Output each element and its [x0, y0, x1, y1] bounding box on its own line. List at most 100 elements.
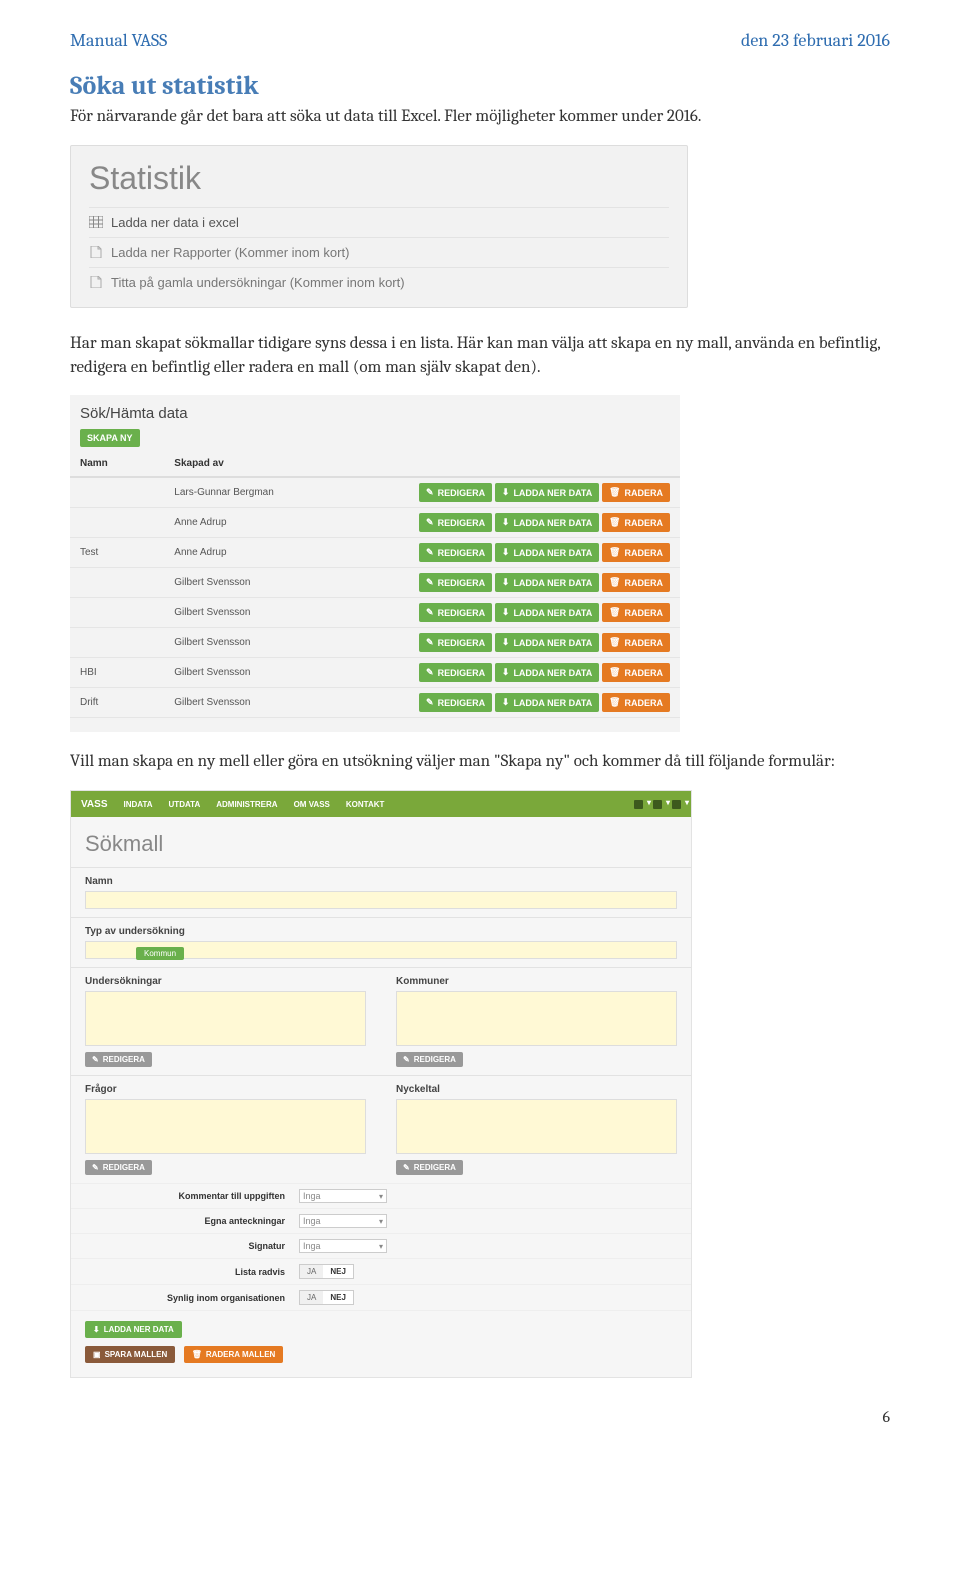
table-title: Sök/Hämta data: [70, 405, 680, 428]
trash-icon: 🗑: [609, 607, 620, 618]
edit-fragor-button[interactable]: ✎ REDIGERA: [85, 1160, 152, 1175]
edit-kommuner-button[interactable]: ✎ REDIGERA: [396, 1052, 463, 1067]
panel-item-rapporter[interactable]: Ladda ner Rapporter (Kommer inom kort): [89, 237, 669, 267]
page-number: 6: [70, 1408, 890, 1426]
trash-icon: 🗑: [609, 517, 620, 528]
cell-created-by: Anne Adrup: [164, 538, 400, 568]
delete-button[interactable]: 🗑 RADERA: [602, 663, 670, 682]
settings-toggle[interactable]: JANEJ: [299, 1264, 354, 1279]
edit-nyckeltal-button[interactable]: ✎ REDIGERA: [396, 1160, 463, 1175]
nav-utdata[interactable]: UTDATA: [169, 800, 201, 809]
edit-button[interactable]: ✎ REDIGERA: [419, 513, 492, 532]
settings-dropdown[interactable]: Inga▾: [299, 1189, 387, 1203]
label-kommuner: Kommuner: [396, 976, 677, 987]
trash-icon: 🗑: [609, 667, 620, 678]
edit-button[interactable]: ✎ REDIGERA: [419, 663, 492, 682]
edit-undersokningar-button[interactable]: ✎ REDIGERA: [85, 1052, 152, 1067]
nav-dropdown-icon[interactable]: [634, 800, 643, 809]
delete-button[interactable]: 🗑 RADERA: [602, 513, 670, 532]
edit-button[interactable]: ✎ REDIGERA: [419, 633, 492, 652]
table-row: HBIGilbert Svensson✎ REDIGERA ⬇ LADDA NE…: [70, 658, 680, 688]
download-icon: ⬇: [502, 547, 510, 558]
delete-button[interactable]: 🗑 RADERA: [602, 693, 670, 712]
nav-dropdown-icon[interactable]: [653, 800, 662, 809]
download-icon: ⬇: [502, 577, 510, 588]
edit-icon: ✎: [426, 577, 434, 588]
create-button[interactable]: SKAPA NY: [80, 429, 140, 447]
delete-button[interactable]: 🗑 RADERA: [602, 573, 670, 592]
delete-button[interactable]: 🗑 RADERA: [602, 483, 670, 502]
edit-button[interactable]: ✎ REDIGERA: [419, 573, 492, 592]
header-right: den 23 februari 2016: [741, 30, 890, 51]
settings-toggle[interactable]: JANEJ: [299, 1290, 354, 1305]
templates-table: Namn Skapad av Lars-Gunnar Bergman✎ REDI…: [70, 451, 680, 718]
delete-button[interactable]: 🗑 RADERA: [602, 633, 670, 652]
label-fragor: Frågor: [85, 1084, 366, 1095]
panel-item-excel[interactable]: Ladda ner data i excel: [89, 207, 669, 237]
edit-button[interactable]: ✎ REDIGERA: [419, 603, 492, 622]
chevron-down-icon: ▾: [379, 1242, 383, 1251]
edit-button[interactable]: ✎ REDIGERA: [419, 483, 492, 502]
settings-label: Egna anteckningar: [85, 1216, 299, 1226]
nav-user-icon[interactable]: [672, 800, 681, 809]
nav-omvass[interactable]: OM VASS: [294, 800, 330, 809]
download-icon: ⬇: [93, 1325, 100, 1334]
data-table-panel: Sök/Hämta data SKAPA NY Namn Skapad av L…: [70, 395, 680, 732]
sokmall-form: VASS INDATA UTDATA ADMINISTRERA OM VASS …: [70, 790, 692, 1378]
download-icon: ⬇: [502, 607, 510, 618]
delete-button[interactable]: 🗑 RADERA: [602, 603, 670, 622]
table-row: Gilbert Svensson ✎ REDIGERA ⬇ LADDA NER D…: [70, 598, 680, 628]
table-row: DriftGilbert Svensson✎ REDIGERA ⬇ LADDA …: [70, 688, 680, 718]
download-button[interactable]: ⬇ LADDA NER DATA: [495, 573, 599, 592]
delete-template-button[interactable]: 🗑 RADERA MALLEN: [184, 1346, 284, 1363]
download-button[interactable]: ⬇ LADDA NER DATA: [495, 663, 599, 682]
fragor-area[interactable]: [85, 1099, 366, 1154]
nyckeltal-area[interactable]: [396, 1099, 677, 1154]
delete-button[interactable]: 🗑 RADERA: [602, 543, 670, 562]
cell-name: [70, 477, 164, 508]
nav-indata[interactable]: INDATA: [124, 800, 153, 809]
pencil-icon: ✎: [403, 1055, 410, 1064]
trash-icon: 🗑: [609, 547, 620, 558]
table-row: Anne Adrup✎ REDIGERA ⬇ LADDA NER DATA 🗑 …: [70, 508, 680, 538]
pencil-icon: ✎: [92, 1163, 99, 1172]
download-icon: ⬇: [502, 667, 510, 678]
settings-dropdown[interactable]: Inga▾: [299, 1214, 387, 1228]
download-button[interactable]: ⬇ LADDA NER DATA: [495, 513, 599, 532]
navbar-brand[interactable]: VASS: [81, 799, 108, 810]
download-data-button[interactable]: ⬇ LADDA NER DATA: [85, 1321, 182, 1338]
download-button[interactable]: ⬇ LADDA NER DATA: [495, 483, 599, 502]
download-button[interactable]: ⬇ LADDA NER DATA: [495, 693, 599, 712]
kommuner-area[interactable]: [396, 991, 677, 1046]
download-button[interactable]: ⬇ LADDA NER DATA: [495, 633, 599, 652]
cell-created-by: Gilbert Svensson: [164, 628, 400, 658]
name-input[interactable]: [85, 891, 677, 909]
download-button[interactable]: ⬇ LADDA NER DATA: [495, 603, 599, 622]
document-icon: [89, 276, 103, 288]
settings-dropdown[interactable]: Inga▾: [299, 1239, 387, 1253]
pencil-icon: ✎: [403, 1163, 410, 1172]
edit-icon: ✎: [426, 697, 434, 708]
panel-item-gamla[interactable]: Titta på gamla undersökningar (Kommer in…: [89, 267, 669, 297]
settings-label: Signatur: [85, 1241, 299, 1251]
edit-button[interactable]: ✎ REDIGERA: [419, 693, 492, 712]
cell-created-by: Gilbert Svensson: [164, 598, 400, 628]
cell-created-by: Gilbert Svensson: [164, 688, 400, 718]
mid-text: Har man skapat sökmallar tidigare syns d…: [70, 332, 890, 380]
download-icon: ⬇: [502, 637, 510, 648]
type-input[interactable]: Kommun: [85, 941, 677, 959]
cell-name: Test: [70, 538, 164, 568]
edit-button[interactable]: ✎ REDIGERA: [419, 543, 492, 562]
download-button[interactable]: ⬇ LADDA NER DATA: [495, 543, 599, 562]
nav-kontakt[interactable]: KONTAKT: [346, 800, 385, 809]
pencil-icon: ✎: [92, 1055, 99, 1064]
edit-icon: ✎: [426, 607, 434, 618]
type-tag[interactable]: Kommun: [136, 947, 184, 960]
intro-text: För närvarande går det bara att söka ut …: [70, 105, 890, 129]
download-icon: ⬇: [502, 697, 510, 708]
undersokningar-area[interactable]: [85, 991, 366, 1046]
save-template-button[interactable]: ▣ SPARA MALLEN: [85, 1346, 175, 1363]
nav-administrera[interactable]: ADMINISTRERA: [216, 800, 277, 809]
settings-row: Lista radvisJANEJ: [71, 1258, 691, 1284]
navbar: VASS INDATA UTDATA ADMINISTRERA OM VASS …: [71, 791, 691, 817]
